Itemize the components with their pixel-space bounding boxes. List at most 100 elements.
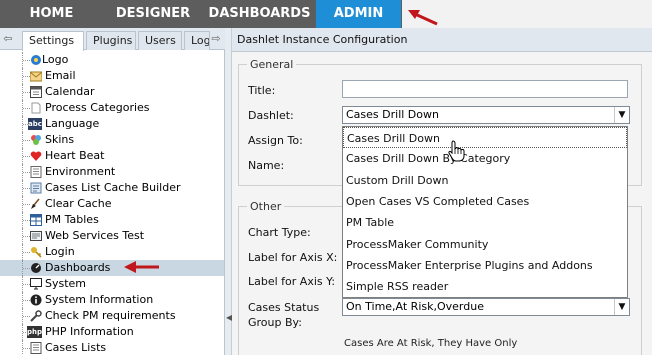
tree-item-cases-lists[interactable]: Cases Lists — [0, 340, 224, 355]
dashboards-icon — [31, 263, 41, 273]
tree-item-label: Skins — [45, 133, 75, 146]
cases-status-note: Cases Are At Risk, They Have Only — [344, 338, 518, 349]
dropdown-option[interactable]: Cases Drill Down — [343, 127, 627, 148]
dashlet-dropdown-list: Cases Drill Down Cases Drill Down By Cat… — [342, 126, 628, 298]
tree-item-environment[interactable]: Environment — [0, 164, 224, 180]
red-arrow-dashboards-icon — [124, 261, 159, 273]
tree-item-label: Login — [45, 245, 75, 258]
left-tab-bar: ⇦ Settings Plugins Users Log ⇨ — [0, 28, 225, 51]
chevron-down-icon[interactable]: ▼ — [614, 107, 629, 123]
tree-item-web-services-test[interactable]: Web Services Test — [0, 228, 224, 244]
dropdown-option[interactable]: Open Cases VS Completed Cases — [343, 191, 627, 212]
tree-item-label: System — [45, 277, 87, 290]
group-by-label: Group By: — [248, 316, 302, 329]
title-input[interactable] — [342, 80, 628, 98]
tree-item-process-categories[interactable]: Process Categories — [0, 100, 224, 116]
cases-status-select-value: On Time,At Risk,Overdue — [346, 300, 484, 313]
title-label: Title: — [248, 84, 276, 97]
calendar-icon — [30, 86, 42, 98]
tree-item-cases-list-cache-builder[interactable]: Cases List Cache Builder — [0, 180, 224, 196]
php-icon: php — [27, 326, 43, 338]
tree-item-logo[interactable]: Logo — [0, 52, 224, 68]
cache-builder-icon — [30, 182, 42, 194]
panel-title: Dashlet Instance Configuration — [232, 28, 652, 52]
tab-plugins[interactable]: Plugins — [86, 31, 136, 50]
name-label: Name: — [248, 159, 285, 172]
tree-item-php-information[interactable]: php PHP Information — [0, 324, 224, 340]
dropdown-option[interactable]: Cases Drill Down By Category — [343, 148, 627, 169]
tree-item-email[interactable]: Email — [0, 68, 224, 84]
tree-item-calendar[interactable]: Calendar — [0, 84, 224, 100]
tree-item-pm-tables[interactable]: PM Tables — [0, 212, 224, 228]
tab-logs[interactable]: Log — [184, 31, 210, 50]
cases-status-select[interactable]: On Time,At Risk,Overdue ▼ — [342, 298, 630, 316]
tab-settings[interactable]: Settings — [22, 31, 84, 51]
nav-tab-admin[interactable]: ADMIN — [316, 0, 401, 28]
tree-item-label: Cases List Cache Builder — [45, 181, 181, 194]
tree-item-dashboards[interactable]: Dashboards — [0, 260, 224, 276]
assign-to-label: Assign To: — [248, 134, 303, 147]
dashlet-label: Dashlet: — [248, 109, 294, 122]
dashlet-config-panel: Dashlet Instance Configuration General T… — [232, 28, 652, 355]
chevron-down-icon[interactable]: ▼ — [614, 299, 629, 315]
logo-icon — [31, 55, 41, 65]
nav-tab-dashboards[interactable]: DASHBOARDS — [203, 0, 316, 28]
top-navigation: HOME DESIGNER DASHBOARDS ADMIN — [0, 0, 652, 28]
tree-item-login[interactable]: Login — [0, 244, 224, 260]
tab-scroll-left-icon[interactable]: ⇦ — [2, 32, 14, 46]
cases-status-label: Cases Status — [248, 301, 320, 314]
dropdown-option[interactable]: Custom Drill Down — [343, 170, 627, 191]
panel-splitter[interactable]: ◀ — [225, 28, 232, 355]
dashlet-select[interactable]: Cases Drill Down ▼ — [342, 106, 630, 124]
tree-item-label: Email — [45, 69, 76, 82]
monitor-icon — [30, 278, 42, 290]
tab-users[interactable]: Users — [138, 31, 182, 50]
label-axis-x-label: Label for Axis X: — [248, 251, 338, 264]
info-icon — [30, 294, 42, 306]
wrench-icon — [30, 310, 42, 322]
key-icon — [31, 247, 42, 258]
tree-item-heart-beat[interactable]: Heart Beat — [0, 148, 224, 164]
tree-item-label: Process Categories — [45, 101, 150, 114]
tree-item-label: Dashboards — [45, 261, 111, 274]
tree-item-label: Heart Beat — [45, 149, 105, 162]
tree-item-label: PHP Information — [45, 325, 134, 338]
cases-lists-icon — [30, 342, 42, 354]
tree-item-label: System Information — [45, 293, 154, 306]
tree-item-label: Cases Lists — [45, 341, 107, 354]
pm-tables-icon — [30, 214, 42, 226]
tree-item-label: Calendar — [45, 85, 95, 98]
tree-item-language[interactable]: abc Language — [0, 116, 224, 132]
tree-item-label: Language — [45, 117, 100, 130]
admin-left-panel: ⇦ Settings Plugins Users Log ⇨ Logo Emai… — [0, 28, 225, 355]
tree-item-clear-cache[interactable]: Clear Cache — [0, 196, 224, 212]
web-services-icon — [30, 231, 42, 241]
environment-icon — [30, 166, 42, 178]
tree-item-label: Check PM requirements — [45, 309, 176, 322]
nav-tab-designer[interactable]: DESIGNER — [103, 0, 203, 28]
chart-type-label: Chart Type: — [248, 226, 311, 239]
heart-icon — [30, 151, 42, 161]
tree-item-skins[interactable]: Skins — [0, 132, 224, 148]
red-arrow-admin-icon — [408, 10, 438, 26]
skins-icon — [31, 135, 41, 145]
dropdown-option[interactable]: Simple RSS reader — [343, 276, 627, 297]
tree-item-label: PM Tables — [45, 213, 99, 226]
nav-tab-home[interactable]: HOME — [0, 0, 103, 28]
tree-item-check-pm-requirements[interactable]: Check PM requirements — [0, 308, 224, 324]
general-legend: General — [247, 58, 297, 71]
tree-item-label: Clear Cache — [45, 197, 112, 210]
label-axis-y-label: Label for Axis Y: — [248, 275, 336, 288]
dropdown-option[interactable]: PM Table — [343, 212, 627, 233]
broom-icon — [31, 198, 40, 209]
tree-item-system[interactable]: System — [0, 276, 224, 292]
tree-item-system-information[interactable]: System Information — [0, 292, 224, 308]
tab-scroll-right-icon[interactable]: ⇨ — [210, 32, 222, 46]
hand-cursor-icon — [448, 140, 465, 162]
dropdown-option[interactable]: ProcessMaker Community — [343, 234, 627, 255]
dropdown-option[interactable]: ProcessMaker Enterprise Plugins and Addo… — [343, 255, 627, 276]
dashlet-select-value: Cases Drill Down — [346, 108, 439, 121]
language-icon: abc — [28, 118, 42, 130]
tree-item-label: Web Services Test — [45, 229, 145, 242]
tree-item-label: Environment — [45, 165, 116, 178]
